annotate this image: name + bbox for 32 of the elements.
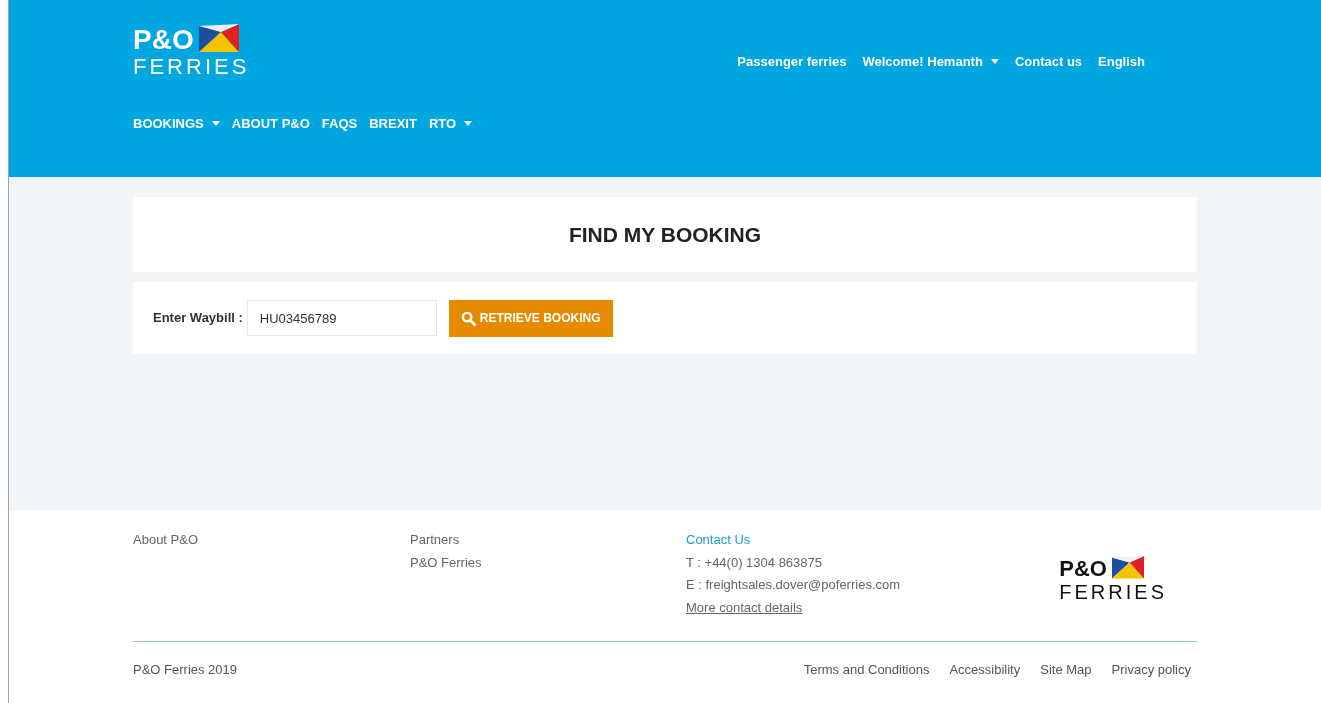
logo-subtitle: FERRIES	[133, 56, 250, 78]
nav-link[interactable]: ABOUT P&O	[231, 114, 310, 134]
logo-subtitle: FERRIES	[1059, 582, 1167, 602]
nav-link[interactable]: FAQS	[321, 114, 358, 134]
flag-icon	[1111, 556, 1145, 580]
nav-link[interactable]: RTO	[428, 114, 473, 134]
footer-link[interactable]: Site Map	[1040, 660, 1092, 680]
footer-link[interactable]: P&O Ferries	[410, 552, 686, 572]
waybill-label: Enter Waybill :	[153, 309, 243, 328]
waybill-field[interactable]: HU03456789	[246, 300, 437, 336]
retrieve-booking-button[interactable]: RETRIEVE BOOKING	[448, 299, 613, 337]
nav-link[interactable]: Contact us	[1014, 52, 1083, 72]
footer-link[interactable]: Partners	[410, 530, 686, 550]
logo-text: P&O	[1059, 558, 1107, 580]
search-icon	[460, 310, 476, 326]
contact-text: E : freightsales.dover@poferries.com	[686, 576, 902, 594]
nav-link[interactable]: English	[1098, 52, 1145, 72]
footer-link[interactable]: About P&O	[133, 530, 410, 550]
nav-link[interactable]: Welcome! Hemanth	[862, 52, 999, 72]
footer-link[interactable]: More contact details	[686, 597, 803, 617]
nav-link[interactable]: BREXIT	[369, 114, 417, 134]
footer-link[interactable]: Accessibility	[949, 660, 1021, 680]
nav-link[interactable]: BOOKINGS	[133, 114, 220, 134]
contact-text: T : +44(0) 1304 863875	[686, 553, 823, 572]
footer-link[interactable]: Terms and Conditions	[803, 660, 930, 680]
page-title: FIND MY BOOKING	[568, 221, 762, 248]
footer-heading-link[interactable]: Contact Us	[686, 530, 986, 550]
footer-link[interactable]: Privacy policy	[1111, 660, 1191, 680]
nav-link[interactable]: Passenger ferries	[737, 52, 847, 72]
copyright-text: P&O Ferries 2019	[133, 661, 238, 679]
flag-icon	[197, 24, 240, 54]
logo-text: P&O	[133, 26, 194, 54]
